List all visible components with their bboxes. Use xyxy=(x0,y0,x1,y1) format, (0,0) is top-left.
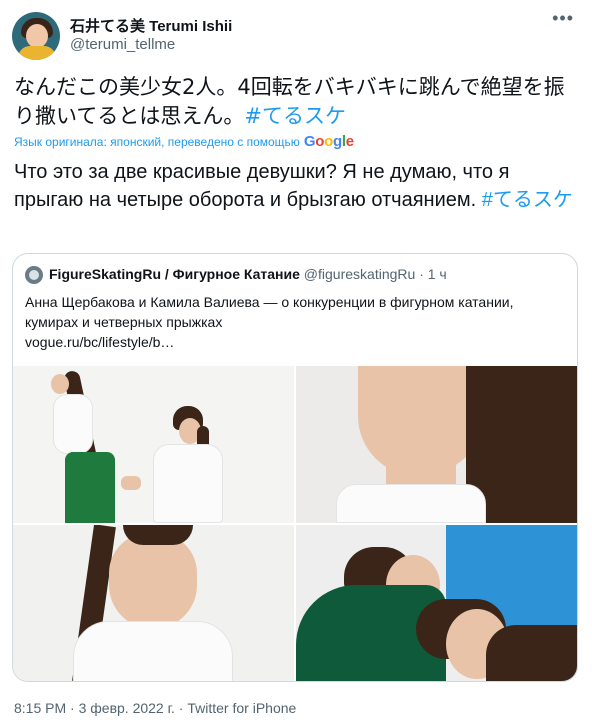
photo-2[interactable] xyxy=(296,366,577,523)
footer-dot-2: · xyxy=(178,700,184,716)
quoted-author-name: FigureSkatingRu / Фигурное Катание xyxy=(49,266,300,282)
photo-4[interactable] xyxy=(296,525,577,681)
footer-date[interactable]: 3 февр. 2022 г. xyxy=(79,700,175,716)
hashtag-link[interactable]: #てるスケ xyxy=(244,104,346,128)
translated-text-body: Что это за две красивые девушки? Я не ду… xyxy=(14,161,510,211)
tweet-footer: 8:15 PM · 3 февр. 2022 г. · Twitter for … xyxy=(14,700,296,716)
quoted-separator: · xyxy=(419,266,424,282)
quoted-tweet-header: FigureSkatingRu / Фигурное Катание @figu… xyxy=(49,266,447,282)
translated-text: Что это за две красивые девушки? Я не ду… xyxy=(14,158,584,214)
quoted-author-handle: @figureskatingRu xyxy=(303,266,416,282)
photo-grid xyxy=(13,366,577,681)
quoted-time: 1 ч xyxy=(427,266,447,282)
quoted-tweet-link[interactable]: vogue.ru/bc/lifestyle/b… xyxy=(25,332,565,352)
author-avatar[interactable] xyxy=(12,12,60,60)
google-logo: Google xyxy=(303,133,354,150)
translation-note[interactable]: Язык оригинала: японский, переведено с п… xyxy=(14,133,354,150)
quoted-author-avatar xyxy=(25,266,43,284)
photo-3[interactable] xyxy=(13,525,294,681)
tweet-text: なんだこの美少女2人。4回転をバキバキに跳んで絶望を振り撒いてるとは思えん。#て… xyxy=(14,73,584,131)
translation-note-label: Язык оригинала: японский, переведено с п… xyxy=(14,134,300,149)
footer-dot-1: · xyxy=(70,700,75,716)
author-handle[interactable]: @terumi_tellme xyxy=(70,36,175,53)
footer-source[interactable]: Twitter for iPhone xyxy=(187,700,296,716)
more-horizontal-icon[interactable]: ••• xyxy=(552,8,574,29)
photo-1[interactable] xyxy=(13,366,294,523)
tweet: 石井てる美 Terumi Ishii @terumi_tellme ••• なん… xyxy=(0,0,592,722)
quoted-tweet-body: Анна Щербакова и Камила Валиева — о конк… xyxy=(25,294,514,330)
translated-hashtag-link[interactable]: #てるスケ xyxy=(482,189,573,211)
footer-time[interactable]: 8:15 PM xyxy=(14,700,66,716)
quoted-tweet[interactable]: FigureSkatingRu / Фигурное Катание @figu… xyxy=(12,253,578,682)
author-name[interactable]: 石井てる美 Terumi Ishii xyxy=(70,15,232,36)
quoted-tweet-text: Анна Щербакова и Камила Валиева — о конк… xyxy=(25,292,565,352)
